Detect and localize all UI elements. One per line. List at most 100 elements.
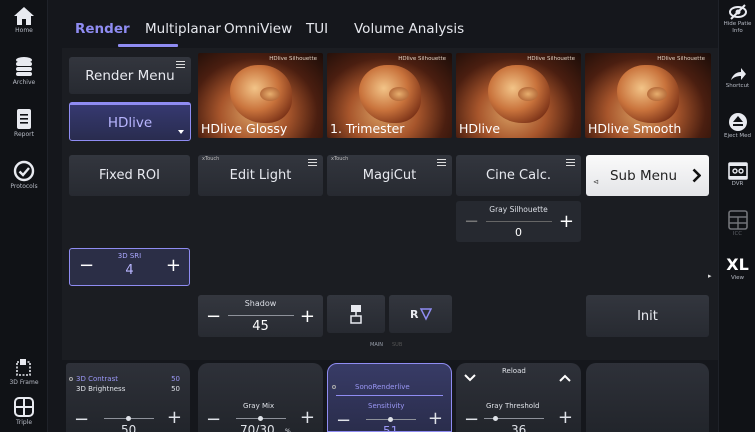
reload-threshold-knob[interactable]: Reload Gray Threshold − + 36 [456, 363, 581, 432]
slider-track [228, 315, 294, 316]
flip-icon: R [410, 308, 432, 321]
fixed-roi-button[interactable]: Fixed ROI [69, 155, 190, 196]
3d-brightness-value: 50 [171, 385, 180, 393]
preset-hdlive-smooth[interactable]: HDlive Silhouette HDlive Smooth [585, 53, 711, 138]
plus-icon[interactable]: + [428, 408, 443, 429]
sensitivity-value: 51 [383, 424, 399, 432]
magicut-label: MagiCut [362, 168, 417, 183]
hamburger-icon [308, 159, 317, 166]
home-icon [14, 7, 34, 25]
protocols-label: Protocols [10, 183, 38, 190]
xtouch-label: xTouch [331, 156, 349, 162]
reload-label: Reload [502, 367, 526, 375]
tab-multiplanar[interactable]: Multiplanar [145, 21, 221, 37]
minus-icon[interactable]: − [464, 409, 479, 430]
gray-mix-value: 70/30 [240, 423, 275, 432]
rotate-icon [350, 305, 362, 324]
eye-slash-icon [728, 4, 747, 20]
protocols-button[interactable]: Protocols [0, 160, 48, 190]
icc-button[interactable]: ICC [719, 210, 755, 238]
check-circle-icon [13, 160, 35, 182]
slider-knob [126, 416, 131, 421]
shadow-value: 45 [252, 319, 269, 334]
archive-button[interactable]: Archive [0, 56, 48, 86]
preset-hdlive[interactable]: HDlive Silhouette HDlive [456, 53, 581, 138]
render-menu-label: Render Menu [85, 67, 175, 84]
home-button[interactable]: Home [0, 6, 48, 34]
chevron-down-icon[interactable] [464, 374, 476, 382]
3d-sri-control[interactable]: 3D SRI − + 4 [69, 248, 190, 286]
triple-button[interactable]: Triple [0, 396, 48, 426]
eject-media-button[interactable]: Eject Med [719, 112, 755, 140]
left-sidebar: Home Archive Report Protocols 3D Frame T… [0, 0, 48, 432]
preset-hdlive-glossy[interactable]: HDlive Silhouette HDlive Glossy [198, 53, 323, 138]
view-label: View [730, 275, 745, 281]
tab-tui[interactable]: TUI [306, 21, 328, 37]
plus-icon[interactable]: + [300, 407, 315, 428]
document-icon [17, 109, 31, 129]
dvr-button[interactable]: DVR [719, 162, 755, 188]
sub-menu-button[interactable]: ⊲ Sub Menu [586, 155, 709, 196]
flip-view-button[interactable]: R [389, 295, 452, 333]
slider-track [486, 221, 552, 222]
3d-frame-button[interactable]: 3D Frame [0, 358, 48, 386]
fixed-roi-label: Fixed ROI [99, 168, 160, 183]
tab-render[interactable]: Render [75, 21, 130, 37]
minus-icon[interactable]: − [206, 409, 221, 430]
cube-icon [16, 359, 31, 376]
rotate-view-button[interactable] [327, 295, 385, 333]
slider-knob [258, 416, 263, 421]
mode-select[interactable]: HDlive [69, 102, 191, 141]
gray-mix-knob[interactable]: Gray Mix − + 70/30 % [198, 363, 323, 432]
magicut-button[interactable]: xTouch MagiCut [327, 155, 452, 196]
preset-name: HDlive Glossy [201, 121, 288, 136]
gray-mix-unit: % [285, 428, 291, 432]
rendered-fetus-image [359, 65, 421, 123]
dvr-label: DVR [731, 181, 744, 187]
eject-icon [728, 113, 747, 131]
view-size-value: XL [726, 255, 749, 274]
sub-menu-label: Sub Menu [609, 167, 678, 184]
shortcut-label: Shortcut [725, 83, 750, 89]
plus-icon[interactable]: + [167, 407, 182, 428]
sub-menu-icon: ⊲ [593, 178, 599, 186]
tab-volume-analysis[interactable]: Volume Analysis [354, 21, 464, 37]
minus-icon[interactable]: − [74, 409, 89, 430]
slider-knob [388, 417, 393, 422]
rendered-fetus-image [230, 65, 292, 123]
preset-1-trimester[interactable]: HDlive Silhouette 1. Trimester [327, 53, 452, 138]
3d-contrast-value: 50 [171, 375, 180, 383]
contrast-brightness-knob[interactable]: 3D Contrast 50 3D Brightness 50 − + 50 [66, 363, 190, 432]
cine-calc-button[interactable]: Cine Calc. [456, 155, 581, 196]
view-size-button[interactable]: XL View [719, 256, 755, 282]
minus-icon[interactable]: − [336, 410, 351, 431]
knob-dot-icon [332, 385, 336, 389]
xtouch-label: xTouch [202, 156, 220, 162]
3d-brightness-label: 3D Brightness [76, 385, 126, 393]
sono-render-knob[interactable]: SonoRenderlive Sensitivity − + 51 [327, 363, 452, 432]
render-menu-button[interactable]: Render Menu [69, 57, 191, 94]
rendered-fetus-image [617, 65, 679, 123]
eject-label: Eject Med [724, 133, 751, 139]
tab-omniview[interactable]: OmniView [224, 21, 292, 37]
hide-patient-info-button[interactable]: Hide Patie Info [719, 4, 755, 35]
preset-tag: HDlive Silhouette [269, 56, 317, 62]
init-label: Init [637, 308, 658, 324]
chevron-up-icon[interactable] [559, 374, 571, 382]
divider [336, 395, 443, 396]
edit-light-button[interactable]: xTouch Edit Light [198, 155, 323, 196]
shadow-control[interactable]: Shadow − + 45 [198, 295, 323, 337]
active-tab-indicator [118, 44, 178, 47]
gray-silhouette-control[interactable]: Gray Silhouette − + 0 [456, 201, 581, 242]
mode-select-value: HDlive [107, 114, 153, 131]
report-button[interactable]: Report [0, 108, 48, 138]
init-button[interactable]: Init [586, 295, 709, 337]
contrast-knob-value: 50 [121, 423, 137, 432]
plus-icon[interactable]: + [558, 407, 573, 428]
shortcut-button[interactable]: Shortcut [719, 66, 755, 90]
gray-mix-label: Gray Mix [243, 402, 275, 410]
icc-label: ICC [732, 231, 743, 237]
edit-light-label: Edit Light [229, 168, 292, 183]
hide-patient-label-2: Info [732, 28, 743, 34]
hamburger-icon [566, 159, 575, 166]
